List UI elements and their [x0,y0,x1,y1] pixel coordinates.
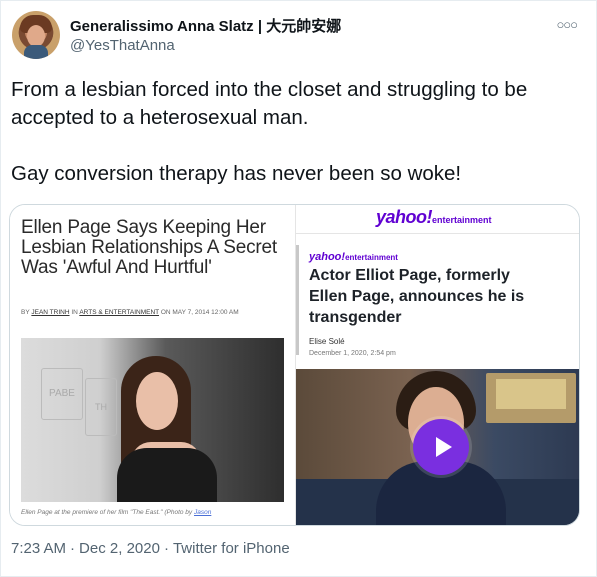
avatar-body [24,45,48,59]
article-headline: Actor Elliot Page, formerly Ellen Page, … [309,267,525,326]
article-date: December 1, 2020, 2:54 pm [309,350,396,357]
tweet-metadata: 7:23 AM · Dec 2, 2020 · Twitter for iPhone [11,540,290,557]
yahoo-section-word: entertainment [345,253,398,262]
yahoo-entertainment-logo: yahoo!entertainment [376,207,492,228]
yahoo-section-word: entertainment [432,215,492,225]
scrollbar [296,245,299,355]
person-face [136,372,178,430]
more-icon[interactable]: ○○○ [556,17,578,32]
backdrop-logo: TH [85,378,117,436]
separator: · [163,540,169,557]
media-attachment[interactable]: Ellen Page Says Keeping Her Lesbian Rela… [9,204,580,526]
caption-link: Jason [193,509,212,516]
author-display-name[interactable]: Generalissimo Anna Slatz | 大元帥安娜 [70,15,341,36]
tweet-paragraph: From a lesbian forced into the closet an… [11,78,528,129]
byline-in: IN [71,309,78,316]
separator: · [70,540,76,557]
yahoo-logo-word: yahoo! [309,251,346,263]
backdrop-shelf [496,379,566,409]
byline-by: BY [21,309,30,316]
tweet-source[interactable]: Twitter for iPhone [173,540,290,557]
avatar-face [27,25,45,47]
caption-text: Ellen Page at the premiere of her film "… [21,509,193,516]
header-divider [296,233,579,234]
article-author: Elise Solé [309,337,345,346]
photo-caption: Ellen Page at the premiere of her film "… [21,509,291,516]
byline-section: ARTS & ENTERTAINMENT [79,309,160,316]
article-photo: PABE TH [21,338,284,502]
byline-date: ON MAY 7, 2014 12:00 AM [160,309,239,316]
author-handle[interactable]: @YesThatAnna [70,37,175,54]
tweet-text: From a lesbian forced into the closet an… [11,76,586,188]
tweet-paragraph: Gay conversion therapy has never been so… [11,162,462,185]
backdrop-logo: PABE [41,368,83,420]
yahoo-entertainment-logo-small: yahoo!entertainment [309,247,398,265]
article-screenshot-left: Ellen Page Says Keeping Her Lesbian Rela… [10,205,295,525]
tweet-time[interactable]: 7:23 AM [11,540,66,557]
byline-author: JEAN TRINH [31,309,70,316]
tweet-date[interactable]: Dec 2, 2020 [79,540,160,557]
avatar[interactable] [12,11,60,59]
person-body [117,448,217,502]
article-screenshot-right: yahoo!entertainment yahoo!entertainment … [295,205,579,525]
yahoo-logo-word: yahoo! [376,207,433,227]
play-icon[interactable] [413,419,469,475]
article-byline: BY JEAN TRINH IN ARTS & ENTERTAINMENT ON… [21,309,293,316]
video-thumbnail [296,369,579,525]
article-headline: Ellen Page Says Keeping Her Lesbian Rela… [21,217,277,278]
